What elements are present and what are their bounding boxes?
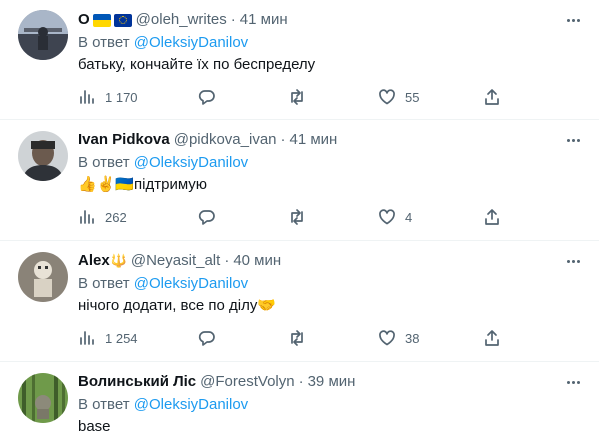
reply-icon — [198, 210, 215, 225]
tweet[interactable]: Alex 🔱 @Neyasit_alt · 40 мин В ответ @Ol… — [0, 241, 599, 362]
avatar[interactable] — [18, 252, 68, 302]
reply-button[interactable] — [198, 327, 225, 349]
like-button[interactable]: 4 — [378, 206, 412, 228]
views-icon — [80, 90, 94, 104]
views-button[interactable]: 1 170 — [78, 86, 138, 108]
reply-prefix: В ответ — [78, 275, 130, 292]
trident-icon: 🔱 — [110, 253, 127, 268]
tweet-header: Ivan Pidkova @pidkova_ivan · 41 мин — [78, 129, 337, 151]
views-icon — [80, 331, 94, 345]
like-count: 55 — [405, 89, 420, 105]
separator-dot: · — [224, 252, 230, 269]
separator-dot: · — [230, 11, 236, 28]
like-icon — [379, 89, 395, 105]
timestamp[interactable]: 41 мин — [290, 129, 338, 151]
author-name[interactable]: Волинський Ліс — [78, 371, 196, 393]
reply-context: В ответ @OleksiyDanilov — [78, 152, 248, 174]
separator-dot: · — [298, 373, 304, 390]
tweet-text: нічого додати, все по ділу🤝 — [78, 297, 276, 314]
retweet-button[interactable] — [288, 206, 315, 228]
timestamp[interactable]: 41 мин — [240, 9, 288, 31]
like-icon — [379, 209, 395, 225]
action-bar: 262 4 — [78, 206, 501, 228]
views-count: 1 170 — [105, 89, 138, 105]
like-button[interactable]: 55 — [378, 86, 419, 108]
views-count: 262 — [105, 209, 127, 225]
author-name[interactable]: Ivan Pidkova — [78, 129, 170, 151]
author-handle[interactable]: @ForestVolyn — [200, 371, 294, 393]
share-icon — [485, 89, 499, 105]
ukraine-flag-icon — [92, 13, 111, 27]
share-icon — [485, 209, 499, 225]
reply-to-link[interactable]: @OleksiyDanilov — [134, 34, 248, 51]
reply-prefix: В ответ — [78, 396, 130, 413]
author-name[interactable]: Alex — [78, 250, 110, 272]
avatar[interactable] — [18, 373, 68, 423]
tweet[interactable]: Ivan Pidkova @pidkova_ivan · 41 мин В от… — [0, 120, 599, 241]
more-icon[interactable] — [563, 251, 583, 271]
tweet-text: base — [78, 418, 111, 435]
action-bar: 1 170 55 — [78, 86, 501, 108]
like-count: 38 — [405, 330, 420, 346]
tweet-header: Alex 🔱 @Neyasit_alt · 40 мин — [78, 250, 281, 272]
avatar[interactable] — [18, 131, 68, 181]
tweet-header: О @oleh_writes · 41 мин — [78, 9, 288, 31]
share-icon — [485, 330, 499, 346]
tweet-header: Волинський Ліс @ForestVolyn · 39 мин — [78, 371, 355, 393]
author-name[interactable]: О — [78, 9, 90, 31]
retweet-button[interactable] — [288, 86, 315, 108]
reply-context: В ответ @OleksiyDanilov — [78, 273, 248, 295]
timestamp[interactable]: 40 мин — [233, 250, 281, 272]
eu-flag-icon — [113, 13, 132, 27]
reply-prefix: В ответ — [78, 34, 130, 51]
views-button[interactable]: 1 254 — [78, 327, 138, 349]
avatar[interactable] — [18, 10, 68, 60]
views-icon — [80, 210, 94, 224]
like-icon — [379, 330, 395, 346]
tweet-text: 👍✌️🇺🇦підтримую — [78, 176, 208, 193]
tweet-text: батьку, кончайте їх по беспределу — [78, 56, 316, 73]
like-button[interactable]: 38 — [378, 327, 419, 349]
reply-icon — [198, 90, 215, 105]
tweet[interactable]: О @oleh_writes · 41 мин В ответ @Oleksiy… — [0, 0, 599, 120]
like-count: 4 — [405, 209, 413, 225]
more-icon[interactable] — [563, 372, 583, 392]
reply-prefix: В ответ — [78, 154, 130, 171]
more-icon[interactable] — [563, 10, 583, 30]
reply-to-link[interactable]: @OleksiyDanilov — [134, 275, 248, 292]
reply-button[interactable] — [198, 206, 225, 228]
reply-to-link[interactable]: @OleksiyDanilov — [134, 396, 248, 413]
retweet-icon — [291, 330, 303, 346]
more-icon[interactable] — [563, 130, 583, 150]
separator-dot: · — [280, 131, 286, 148]
author-handle[interactable]: @oleh_writes — [136, 9, 227, 31]
retweet-icon — [291, 209, 303, 225]
reply-to-link[interactable]: @OleksiyDanilov — [134, 154, 248, 171]
share-button[interactable] — [483, 86, 501, 108]
views-count: 1 254 — [105, 330, 138, 346]
reply-button[interactable] — [198, 86, 225, 108]
author-handle[interactable]: @Neyasit_alt — [131, 250, 220, 272]
views-button[interactable]: 262 — [78, 206, 127, 228]
share-button[interactable] — [483, 327, 501, 349]
tweet[interactable]: Волинський Ліс @ForestVolyn · 39 мин В о… — [0, 362, 599, 440]
retweet-icon — [291, 89, 303, 105]
reply-context: В ответ @OleksiyDanilov — [78, 32, 248, 54]
action-bar: 1 254 38 — [78, 327, 501, 349]
retweet-button[interactable] — [288, 327, 315, 349]
author-handle[interactable]: @pidkova_ivan — [174, 129, 277, 151]
share-button[interactable] — [483, 206, 501, 228]
reply-icon — [198, 331, 215, 346]
timestamp[interactable]: 39 мин — [308, 371, 356, 393]
reply-context: В ответ @OleksiyDanilov — [78, 394, 248, 416]
